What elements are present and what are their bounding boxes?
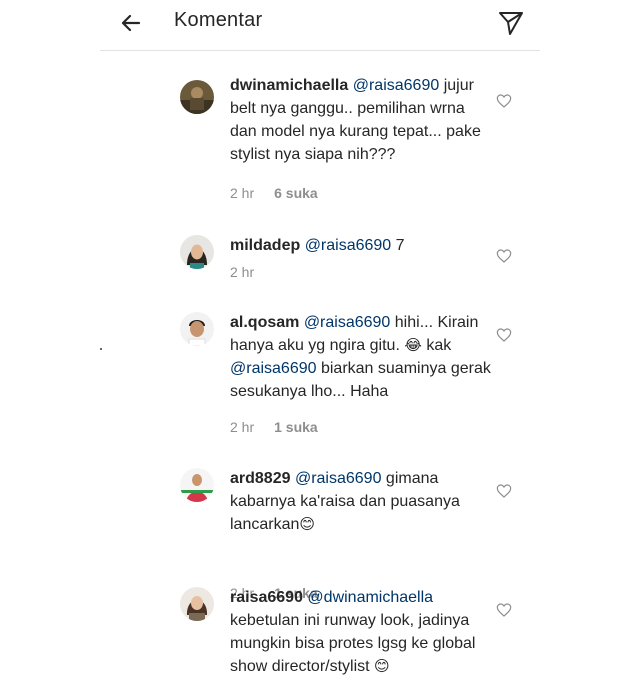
heart-outline-icon[interactable] xyxy=(496,248,512,264)
comment-text: raisa6690 @dwinamichaella kebetulan ini … xyxy=(230,586,492,678)
comment-username[interactable]: dwinamichaella xyxy=(230,77,348,94)
stray-dot xyxy=(100,348,102,350)
smiling-emoji: 😊 xyxy=(374,658,390,675)
heart-outline-icon[interactable] xyxy=(496,483,512,499)
comment-body: 7 xyxy=(395,237,405,254)
avatar[interactable] xyxy=(180,468,214,502)
comment-time: 2 hr xyxy=(230,185,255,201)
comment-time: 2 hr xyxy=(230,264,255,280)
comment-likes[interactable]: 1 suka xyxy=(274,419,318,435)
avatar[interactable] xyxy=(180,80,214,114)
comment-meta: 2 hr 6 suka xyxy=(230,185,318,201)
comment-mention[interactable]: @raisa6690 xyxy=(295,470,382,487)
comment-text: mildadep @raisa6690 7 xyxy=(230,234,492,257)
comment-mention[interactable]: @raisa6690 xyxy=(305,237,392,254)
top-bar: Komentar xyxy=(100,0,540,51)
comment-time: 2 hr xyxy=(230,419,255,435)
paper-plane-icon xyxy=(499,12,523,35)
comment-body: kak xyxy=(426,337,452,354)
comment-mention[interactable]: @dwinamichaella xyxy=(307,589,433,606)
page-title: Komentar xyxy=(174,9,263,31)
comment-mention[interactable]: @raisa6690 xyxy=(230,360,317,377)
comment-body: kebetulan ini runway look, jadinya mungk… xyxy=(230,612,476,675)
comment-username[interactable]: al.qosam xyxy=(230,314,299,331)
avatar[interactable] xyxy=(180,587,214,621)
back-button[interactable] xyxy=(118,10,144,36)
comment-username[interactable]: raisa6690 xyxy=(230,589,303,606)
comment-mention[interactable]: @raisa6690 xyxy=(304,314,391,331)
comment-text: al.qosam @raisa6690 hihi... Kirain hanya… xyxy=(230,311,492,403)
comment-likes[interactable]: 6 suka xyxy=(274,185,318,201)
laughing-emoji: 😂 xyxy=(404,337,422,354)
comment-mention[interactable]: @raisa6690 xyxy=(353,77,440,94)
share-button[interactable] xyxy=(496,8,526,38)
avatar-image xyxy=(180,468,214,502)
comment-meta: 2 hr 1 suka xyxy=(230,419,318,435)
comment-meta: 2 hr xyxy=(230,264,254,280)
comments-screen: Komentar dwinamichaella @raisa6690 jujur… xyxy=(100,0,540,681)
avatar-image xyxy=(180,80,214,114)
comment-text: dwinamichaella @raisa6690 jujur belt nya… xyxy=(230,74,492,166)
avatar-image xyxy=(180,587,214,621)
avatar-image xyxy=(180,312,214,346)
heart-outline-icon[interactable] xyxy=(496,602,512,618)
heart-outline-icon[interactable] xyxy=(496,327,512,343)
comment-text: ard8829 @raisa6690 gimana kabarnya ka'ra… xyxy=(230,467,492,536)
avatar-image xyxy=(180,235,214,269)
comment-username[interactable]: mildadep xyxy=(230,237,300,254)
avatar[interactable] xyxy=(180,235,214,269)
smiling-emoji: 😊 xyxy=(299,516,316,533)
comment-username[interactable]: ard8829 xyxy=(230,470,291,487)
arrow-left-icon xyxy=(121,14,141,32)
heart-outline-icon[interactable] xyxy=(496,93,512,109)
avatar[interactable] xyxy=(180,312,214,346)
